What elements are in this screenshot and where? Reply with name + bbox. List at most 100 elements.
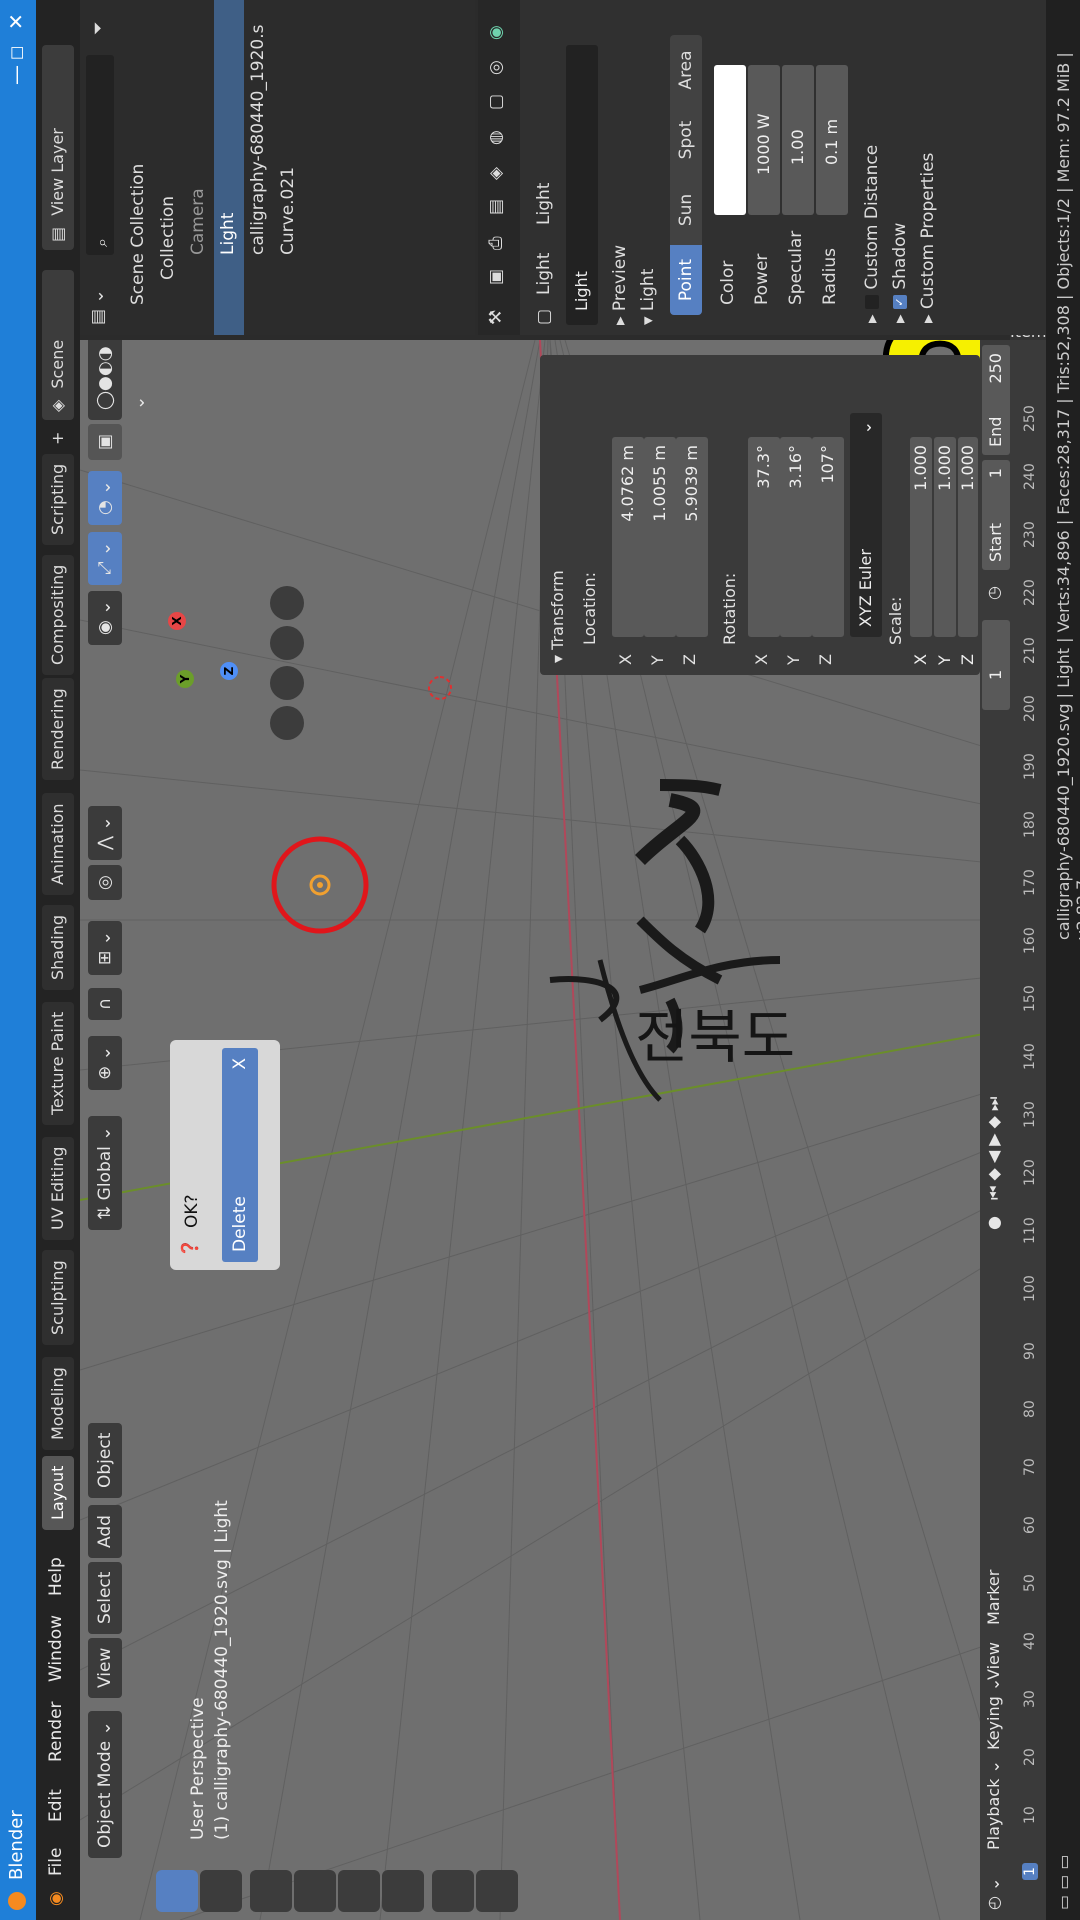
cursor-tool-icon[interactable] (200, 1870, 242, 1912)
outliner-curve[interactable]: Curve.021 (278, 167, 298, 255)
gizmo-z-icon[interactable]: Z (220, 662, 238, 680)
rotation-z-field[interactable]: 107° (812, 437, 844, 637)
physics-tab-icon[interactable]: ◎ (486, 60, 506, 75)
transform-tool-icon[interactable] (382, 1870, 424, 1912)
scale-tool-icon[interactable] (338, 1870, 380, 1912)
color-swatch[interactable] (714, 65, 746, 215)
camera-view-icon[interactable] (270, 666, 304, 700)
snap-options-icon[interactable]: ⊞ ⌄ (88, 921, 122, 975)
tab-animation[interactable]: Animation (42, 793, 74, 895)
overlay-toggle-icon[interactable]: ◔ ⌄ (88, 470, 122, 525)
menu-render[interactable]: Render (46, 1701, 66, 1762)
measure-tool-icon[interactable] (476, 1870, 518, 1912)
transform-orientation-dropdown[interactable]: ⇅ Global ⌄ (88, 1116, 122, 1230)
light-type-area[interactable]: Area (670, 35, 702, 105)
preview-range-icon[interactable]: ◷ (984, 586, 1003, 600)
viewport-menu-view[interactable]: View (88, 1637, 122, 1698)
tab-modeling[interactable]: Modeling (42, 1357, 74, 1450)
record-icon[interactable]: ● (984, 1216, 1003, 1230)
light-datablock-field[interactable]: Light (566, 45, 598, 325)
rotate-tool-icon[interactable] (294, 1870, 336, 1912)
render-tab-icon[interactable]: ▣ (486, 269, 506, 285)
shadow-checkbox[interactable]: ✓ (893, 295, 907, 310)
gizmo-y-icon[interactable]: Y (176, 670, 194, 688)
scene-tab-icon[interactable]: ◈ (486, 167, 506, 180)
timeline-menu-keying[interactable]: Keying ⌄ (984, 1678, 1003, 1750)
specular-field[interactable]: 1.00 (782, 65, 814, 215)
annotate-tool-icon[interactable] (432, 1870, 474, 1912)
calligraphy-mesh[interactable]: 전북도 (635, 990, 795, 1074)
menu-help[interactable]: Help (46, 1557, 66, 1596)
tab-texture-paint[interactable]: Texture Paint (42, 1001, 74, 1125)
object-tab-icon[interactable]: ▢ (486, 94, 506, 110)
view-layer-tab-icon[interactable]: ▤ (486, 199, 506, 215)
rotation-x-field[interactable]: 37.3° (748, 437, 780, 637)
location-y-field[interactable]: 1.0055 m (644, 437, 676, 637)
maximize-icon[interactable]: ☐ (8, 46, 27, 60)
outliner-camera[interactable]: Camera (188, 188, 208, 255)
timeline-menu-view[interactable]: View (984, 1642, 1003, 1680)
radius-field[interactable]: 0.1 m (816, 65, 848, 215)
tool-tab-icon[interactable]: ⚒ (486, 310, 506, 325)
world-tab-icon[interactable]: ◍ (486, 130, 506, 145)
rotation-mode-dropdown[interactable]: XYZ Euler ⌄ (850, 413, 882, 637)
rotation-y-field[interactable]: 3.16° (780, 437, 812, 637)
scale-z-field[interactable]: Z 1.000 (958, 437, 978, 665)
shadow-row[interactable]: ▸ ✓ Shadow (890, 223, 910, 323)
menu-edit[interactable]: Edit (46, 1789, 66, 1822)
tab-sculpting[interactable]: Sculpting (42, 1250, 74, 1345)
outliner-search-input[interactable]: ⌕ (86, 55, 114, 255)
power-field[interactable]: 1000 W (748, 65, 780, 215)
delete-button[interactable]: Delete X (222, 1048, 258, 1262)
light-section-header[interactable]: ▾ Light (638, 269, 658, 325)
transform-section-header[interactable]: ▾ Transform (548, 570, 567, 663)
current-frame-field[interactable]: 1 (982, 620, 1010, 710)
pan-view-icon[interactable] (270, 626, 304, 660)
zoom-view-icon[interactable] (270, 586, 304, 620)
gizmo-x-icon[interactable]: X (168, 612, 186, 630)
outliner-collection[interactable]: Collection (158, 196, 178, 280)
playback-controls[interactable]: ⏮ ◆ ◀ ▶ ◆ ⏭ (984, 1097, 1004, 1200)
falloff-icon[interactable]: ⋀ ⌄ (88, 806, 122, 860)
light-type-spot[interactable]: Spot (670, 105, 702, 175)
tab-layout[interactable]: Layout (42, 1455, 74, 1530)
object-type-visibility-icon[interactable]: ◉ ⌄ (88, 590, 122, 645)
light-type-sun[interactable]: Sun (670, 175, 702, 245)
timeline-editor-icon[interactable]: ◴ ⌄ (984, 1878, 1003, 1910)
menu-window[interactable]: Window (46, 1615, 66, 1682)
outliner-scene-collection[interactable]: Scene Collection (128, 164, 148, 305)
custom-distance-checkbox[interactable] (865, 295, 879, 310)
scale-x-field[interactable]: X 1.000 (910, 437, 932, 665)
end-frame-field[interactable]: End 250 (982, 345, 1010, 455)
custom-properties-section-header[interactable]: ▸ Custom Properties (918, 153, 938, 323)
pivot-point-icon[interactable]: ⊕ ⌄ (88, 1036, 122, 1090)
tab-scripting[interactable]: Scripting (42, 453, 74, 545)
preview-section-header[interactable]: ▸ Preview (610, 245, 630, 325)
outliner-display-mode-icon[interactable]: ▤ ⌄ (88, 289, 108, 325)
move-tool-icon[interactable] (250, 1870, 292, 1912)
outliner-calligraphy[interactable]: calligraphy-680440_1920.s (248, 24, 268, 255)
timeline-menu-marker[interactable]: Marker (984, 1570, 1003, 1625)
minimize-icon[interactable]: — (4, 65, 28, 85)
output-tab-icon[interactable]: ⎙ (486, 236, 506, 250)
add-workspace-button[interactable]: + (42, 422, 74, 455)
shading-modes[interactable]: ◯●◐◑ ⌄ (88, 340, 149, 420)
tab-uv-editing[interactable]: UV Editing (42, 1136, 74, 1240)
delete-close-icon[interactable]: X (222, 1058, 258, 1070)
filter-icon[interactable]: ⏷ (88, 21, 108, 35)
viewport-menu-object[interactable]: Object (88, 1422, 122, 1498)
snap-icon[interactable]: ∩ (88, 987, 122, 1020)
xray-toggle-icon[interactable]: ▣ (88, 423, 122, 460)
ortho-toggle-icon[interactable] (270, 706, 304, 740)
view-layer-selector[interactable]: ▤ View Layer (42, 45, 74, 250)
viewport-menu-select[interactable]: Select (88, 1561, 122, 1634)
viewport-menu-add[interactable]: Add (88, 1505, 122, 1558)
scale-y-field[interactable]: Y 1.000 (934, 437, 956, 665)
close-icon[interactable]: ✕ (4, 13, 28, 30)
custom-distance-row[interactable]: ▸ Custom Distance (862, 145, 882, 323)
proportional-edit-icon[interactable]: ◎ (88, 865, 122, 900)
outliner-light[interactable]: Light (218, 213, 238, 255)
tab-rendering[interactable]: Rendering (42, 678, 74, 780)
gizmo-toggle-icon[interactable]: ⤢ ⌄ (88, 531, 122, 585)
menu-file[interactable]: File (46, 1848, 66, 1876)
